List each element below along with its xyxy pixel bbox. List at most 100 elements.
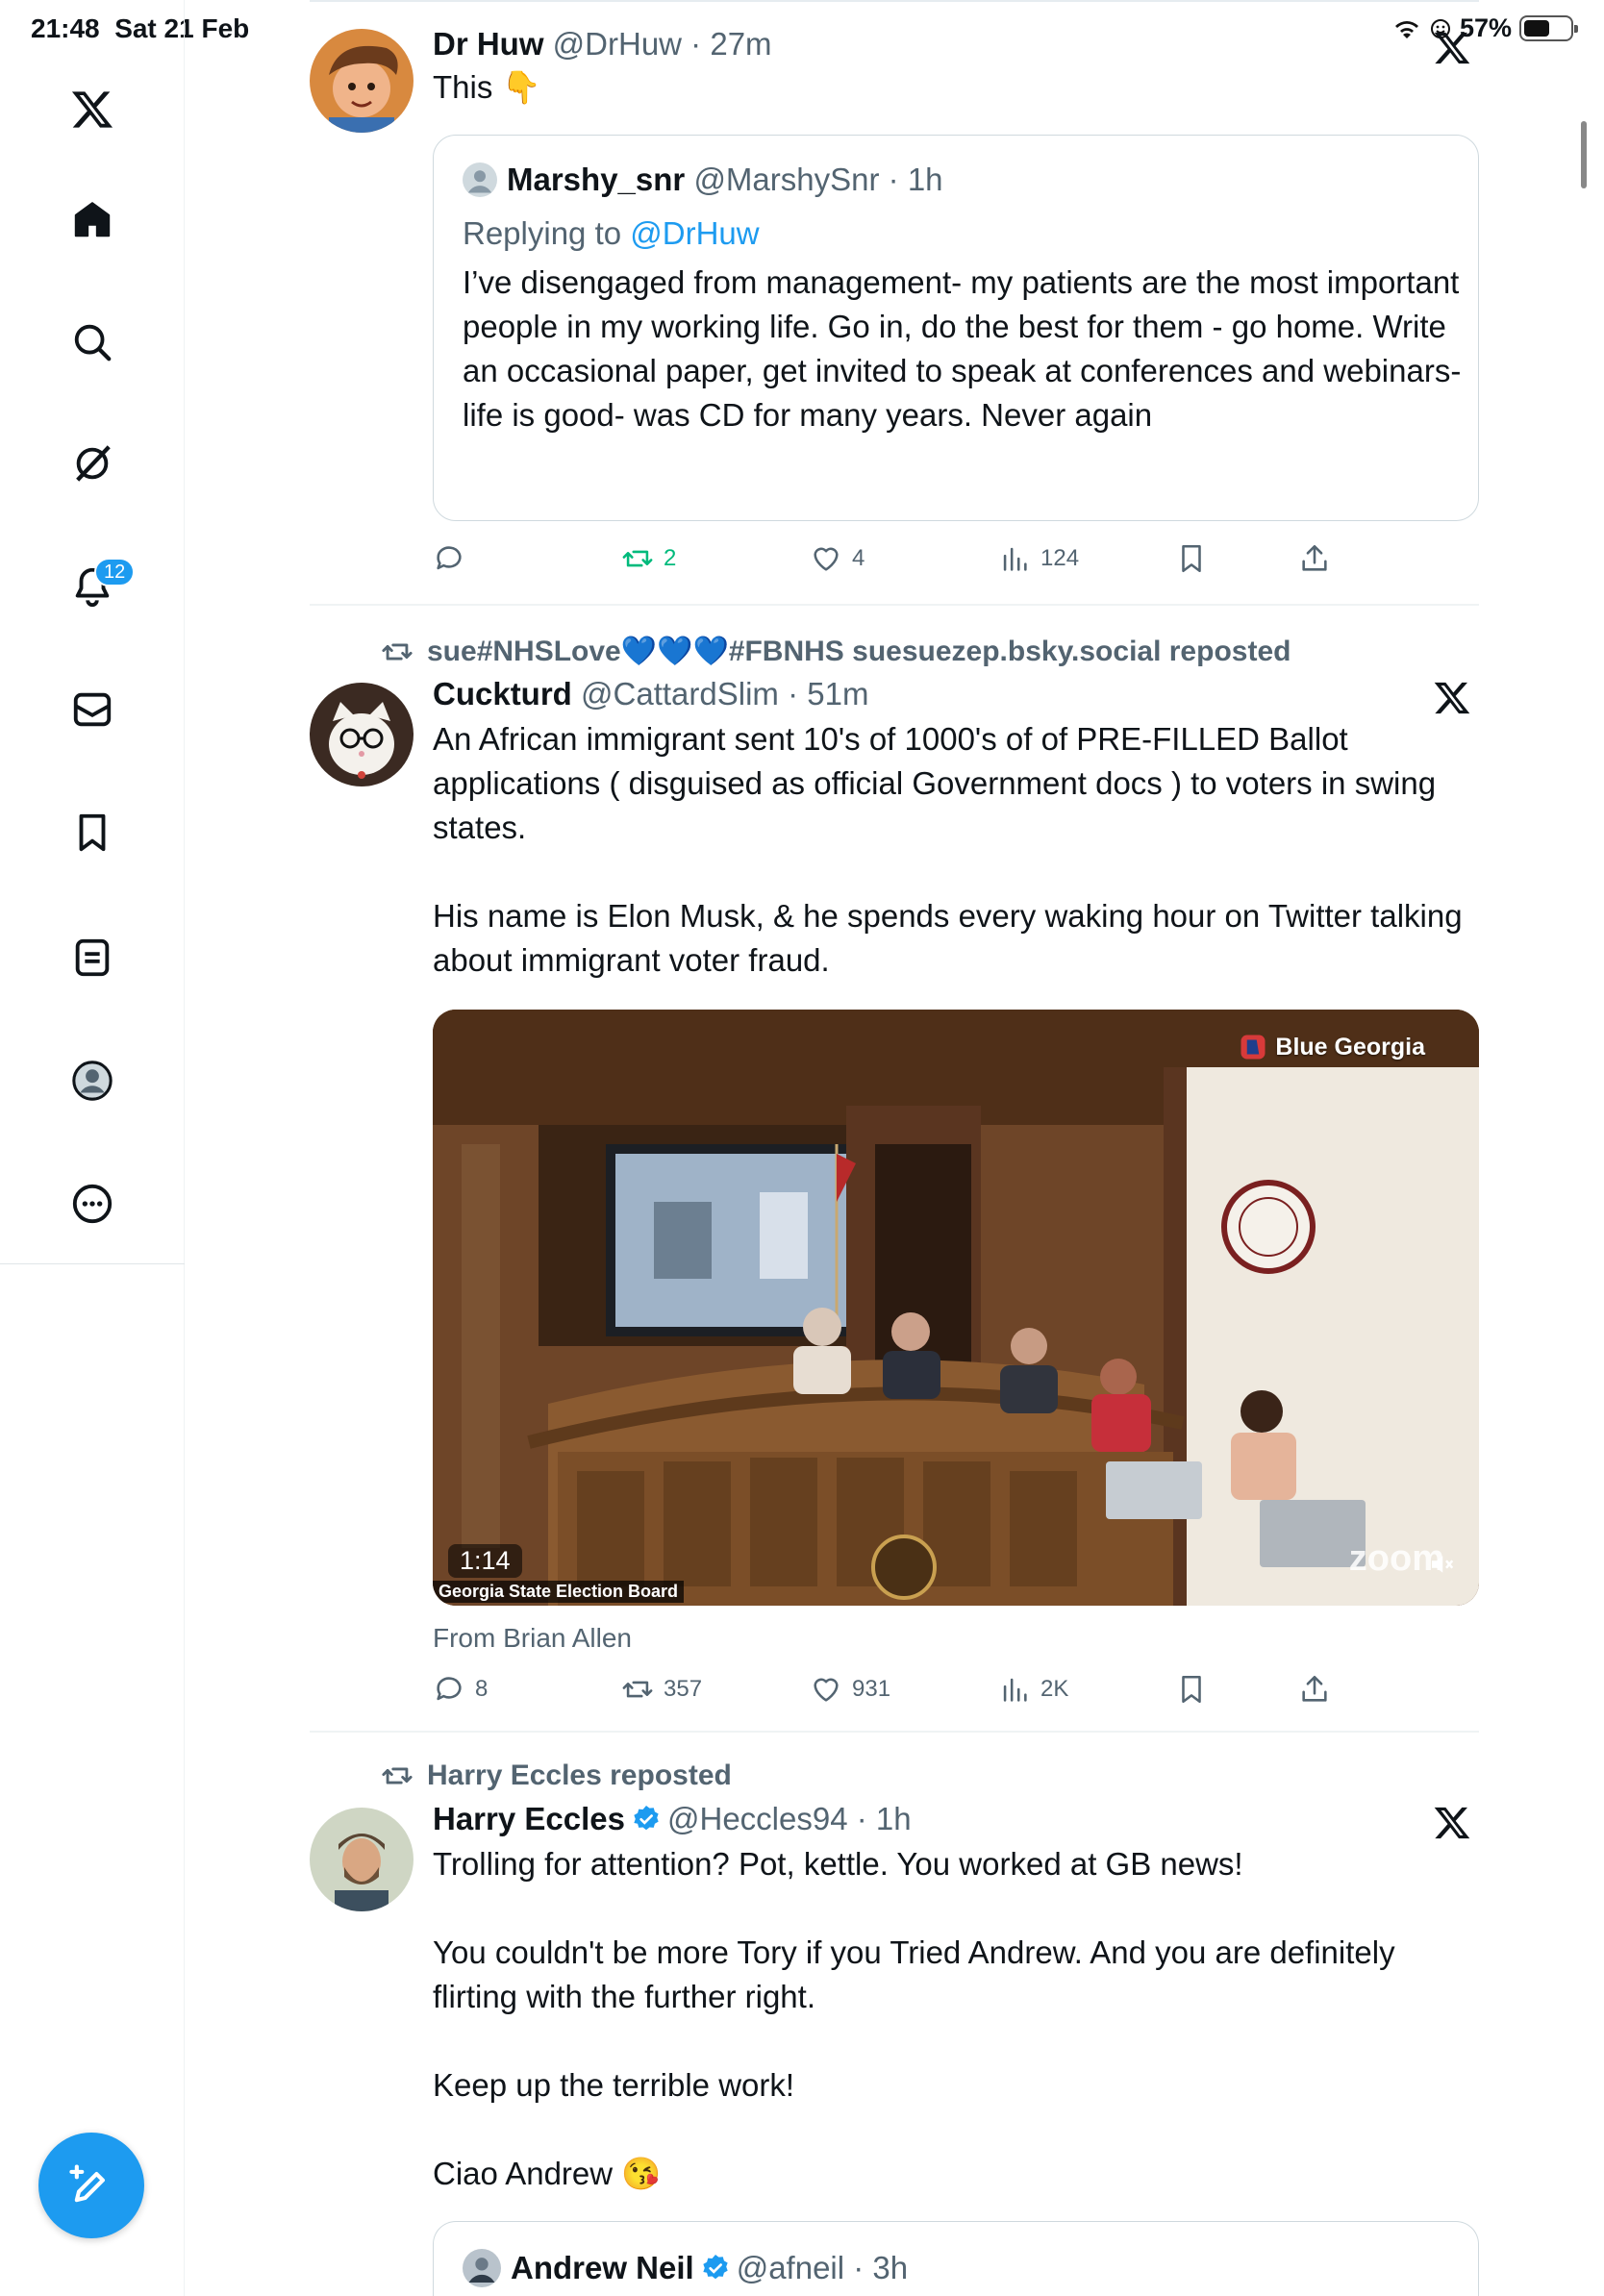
- avatar[interactable]: [310, 1808, 414, 1911]
- quote-avatar: [463, 2249, 501, 2288]
- compose-icon: [69, 2164, 105, 2203]
- profile-icon[interactable]: [67, 1056, 117, 1106]
- bookmark-button[interactable]: [1175, 1673, 1208, 1706]
- heart-icon: [814, 1678, 839, 1702]
- repost-icon: [382, 1767, 413, 1784]
- avatar[interactable]: [310, 683, 414, 786]
- repost-indicator: Harry Eccles reposted: [381, 1759, 732, 1792]
- post-header: Dr Huw @DrHuw · 27m: [433, 26, 772, 62]
- search-icon[interactable]: [67, 317, 117, 367]
- georgia-logo-icon: [1241, 1035, 1266, 1060]
- author-name[interactable]: Dr Huw: [433, 26, 544, 62]
- quote-author-handle: @afneil: [736, 2250, 845, 2285]
- avatar[interactable]: [310, 29, 414, 133]
- reply-count: 8: [475, 1676, 489, 1702]
- like-button[interactable]: 4: [810, 542, 865, 575]
- views-icon: [1003, 547, 1027, 571]
- video-brand: Blue Georgia: [1239, 1033, 1425, 1061]
- post-time[interactable]: 27m: [710, 26, 771, 62]
- post-actions: 2 4 124: [433, 542, 1394, 581]
- quote-avatar: [463, 162, 497, 197]
- share-button[interactable]: [1298, 1673, 1331, 1706]
- heart-icon: [814, 547, 839, 571]
- like-button[interactable]: 931: [810, 1673, 890, 1706]
- author-handle[interactable]: @Heccles94: [667, 1801, 848, 1836]
- views-count: 124: [1040, 545, 1080, 571]
- messages-icon[interactable]: [67, 685, 117, 735]
- post-header: Cuckturd @CattardSlim · 51m: [433, 676, 869, 711]
- views-button[interactable]: 2K: [998, 1673, 1068, 1706]
- quote-header: Andrew Neil @afneil · 3h: [463, 2249, 909, 2288]
- reply-button[interactable]: 8: [433, 1673, 488, 1706]
- reply-icon: [437, 546, 462, 570]
- video-player[interactable]: Blue Georgia 1:14 Georgia State Election…: [433, 1010, 1479, 1606]
- quote-time: 1h: [907, 162, 943, 197]
- media-source[interactable]: From Brian Allen: [433, 1619, 632, 1658]
- battery-icon: [1519, 15, 1578, 41]
- views-count: 2K: [1040, 1676, 1069, 1702]
- quoted-post[interactable]: Andrew Neil @afneil · 3h: [433, 2221, 1479, 2296]
- share-button[interactable]: [1298, 542, 1331, 575]
- bookmark-button[interactable]: [1175, 542, 1208, 575]
- views-button[interactable]: 124: [998, 542, 1079, 575]
- replying-prefix: Replying to: [463, 215, 631, 251]
- post-text: Trolling for attention? Pot, kettle. You…: [433, 1846, 1395, 2192]
- repost-button[interactable]: 357: [621, 1673, 702, 1706]
- author-handle[interactable]: @DrHuw: [553, 26, 682, 62]
- views-icon: [1003, 1678, 1027, 1702]
- x-source-icon: [1434, 682, 1470, 714]
- quote-author-name: Marshy_snr: [507, 162, 686, 197]
- quote-author-name: Andrew Neil: [511, 2250, 694, 2285]
- video-caption: Georgia State Election Board: [433, 1581, 685, 1603]
- grok-icon[interactable]: [67, 438, 117, 488]
- x-source-icon: [1434, 1807, 1470, 1839]
- quote-author-handle: @MarshySnr: [693, 162, 880, 197]
- like-count: 931: [852, 1676, 891, 1702]
- x-logo-icon[interactable]: [67, 85, 117, 135]
- post-text: This 👇: [433, 69, 541, 105]
- repost-button[interactable]: 2: [621, 542, 676, 575]
- post-separator: [310, 604, 1479, 606]
- compose-button[interactable]: [38, 2133, 144, 2238]
- post-body: Cuckturd @CattardSlim · 51m An African i…: [433, 675, 1479, 983]
- quoted-post[interactable]: Marshy_snr @MarshySnr · 1h Replying to @…: [433, 135, 1479, 521]
- share-icon: [1302, 1675, 1327, 1702]
- sidebar: 12: [0, 0, 185, 2296]
- bookmark-icon: [1182, 1675, 1201, 1704]
- post-header: Harry Eccles @Heccles94 · 1h: [433, 1801, 912, 1836]
- reposted-by-text[interactable]: Harry Eccles reposted: [427, 1759, 732, 1792]
- brand-text: Blue Georgia: [1275, 1033, 1425, 1061]
- repost-icon: [622, 550, 653, 567]
- feed-top-border: [310, 0, 1479, 2]
- author-name[interactable]: Cuckturd: [433, 676, 572, 711]
- lists-icon[interactable]: [67, 933, 117, 983]
- share-icon: [1302, 544, 1327, 571]
- mute-icon[interactable]: [1427, 1550, 1456, 1579]
- repost-icon: [622, 1681, 653, 1698]
- like-count: 4: [852, 545, 865, 571]
- bookmarks-icon[interactable]: [67, 808, 117, 858]
- scrollbar[interactable]: [1581, 121, 1587, 188]
- reposted-by-text[interactable]: sue#NHSLove💙💙💙#FBNHS suesuezep.bsky.soci…: [427, 635, 1291, 668]
- post-body: Dr Huw @DrHuw · 27m This 👇: [433, 25, 1479, 110]
- reply-icon: [437, 1677, 462, 1701]
- quote-text: I’ve disengaged from management- my pati…: [463, 264, 1470, 433]
- more-icon[interactable]: [67, 1179, 117, 1229]
- post-body: Harry Eccles @Heccles94 · 1h Trolling for…: [433, 1800, 1479, 2196]
- sidebar-divider: [0, 1263, 185, 1264]
- quote-time: 3h: [872, 2250, 909, 2285]
- notification-badge: 12: [94, 558, 136, 586]
- author-name[interactable]: Harry Eccles: [433, 1801, 625, 1836]
- post-time[interactable]: 1h: [876, 1801, 912, 1836]
- x-source-icon: [1434, 32, 1470, 64]
- post-time[interactable]: 51m: [807, 676, 868, 711]
- post-actions: 8 357 931 2K: [433, 1673, 1394, 1711]
- home-icon[interactable]: [67, 194, 117, 244]
- repost-count: 2: [664, 545, 677, 571]
- reply-button[interactable]: [433, 542, 475, 575]
- replying-to-link[interactable]: @DrHuw: [630, 215, 759, 251]
- repost-icon: [382, 643, 413, 660]
- repost-indicator: sue#NHSLove💙💙💙#FBNHS suesuezep.bsky.soci…: [381, 635, 1291, 668]
- author-handle[interactable]: @CattardSlim: [581, 676, 779, 711]
- bookmark-icon: [1182, 544, 1201, 573]
